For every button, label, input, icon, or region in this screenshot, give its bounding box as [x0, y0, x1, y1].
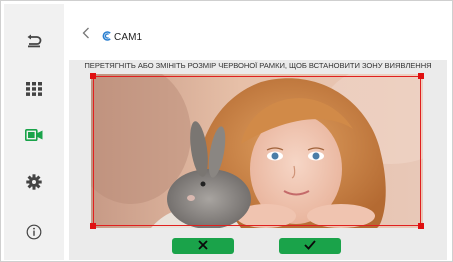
video-camera-icon	[25, 129, 43, 141]
camera-preview-image	[91, 74, 423, 228]
gear-icon	[26, 174, 42, 190]
sidebar	[4, 4, 64, 260]
sidebar-item-grid[interactable]	[4, 64, 64, 114]
detection-zone-panel: ПЕРЕТЯГНІТЬ АБО ЗМІНІТЬ РОЗМІР ЧЕРВОНОЇ …	[69, 60, 447, 260]
sidebar-item-settings[interactable]	[4, 157, 64, 207]
check-icon	[304, 237, 316, 255]
camera-logo-icon	[102, 28, 112, 46]
instruction-text: ПЕРЕТЯГНІТЬ АБО ЗМІНІТЬ РОЗМІР ЧЕРВОНОЇ …	[84, 61, 432, 70]
cancel-button[interactable]	[172, 238, 234, 254]
chevron-left-icon	[82, 26, 90, 44]
sidebar-item-camera[interactable]	[4, 110, 64, 160]
camera-title: CAM1	[102, 30, 142, 44]
app-frame: CAM1 ПЕРЕТЯГНІТЬ АБО ЗМІНІТЬ РОЗМІР ЧЕРВ…	[0, 0, 453, 262]
back-button[interactable]	[79, 26, 93, 44]
main-area: CAM1 ПЕРЕТЯГНІТЬ АБО ЗМІНІТЬ РОЗМІР ЧЕРВ…	[64, 4, 451, 260]
grid-icon	[26, 82, 42, 96]
page-title: CAM1	[114, 31, 143, 43]
return-arrow-icon	[26, 34, 42, 48]
sidebar-item-return[interactable]	[4, 16, 64, 66]
confirm-button[interactable]	[279, 238, 341, 254]
sidebar-item-info[interactable]	[4, 207, 64, 257]
camera-preview	[91, 74, 423, 228]
close-icon	[198, 237, 208, 255]
header: CAM1	[64, 4, 451, 60]
info-icon	[26, 224, 42, 240]
